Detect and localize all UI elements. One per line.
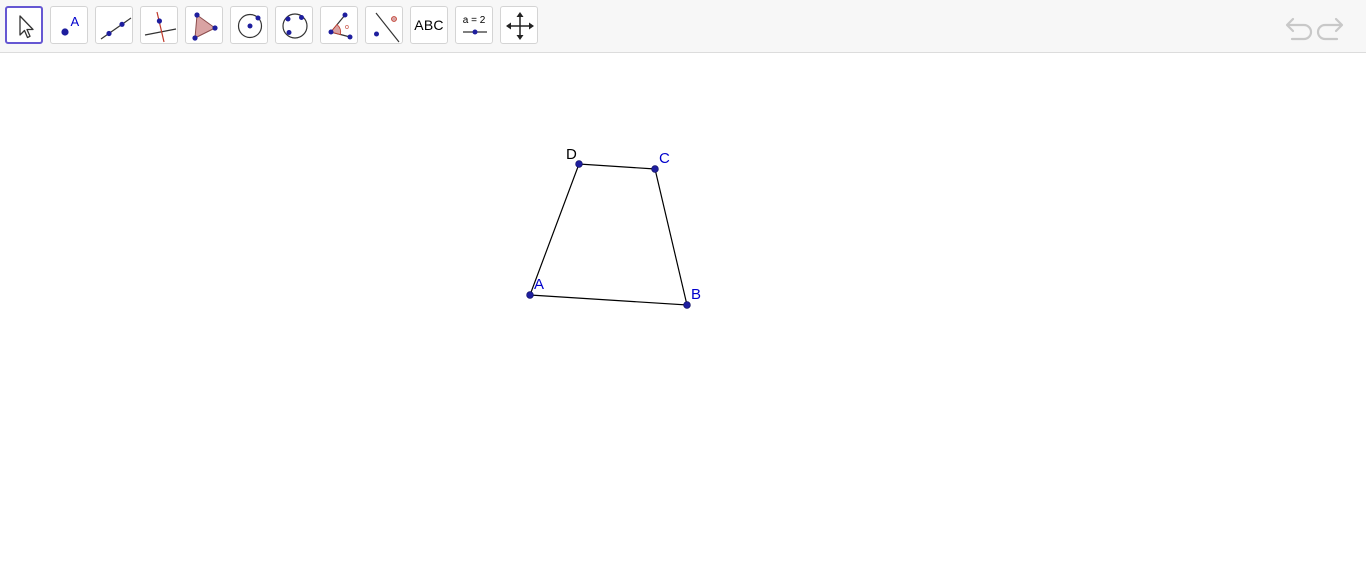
- graphics-canvas[interactable]: A B C D: [0, 53, 1366, 570]
- redo-icon: [1316, 17, 1344, 41]
- text-icon: ABC: [414, 17, 444, 33]
- quadrilateral-abcd[interactable]: [529, 163, 688, 306]
- line-icon: [100, 17, 132, 40]
- polygon-tool-button[interactable]: [185, 6, 223, 44]
- circle-three-points-tool-button[interactable]: [275, 6, 313, 44]
- graphics-view[interactable]: A B C D: [0, 53, 1366, 570]
- point-b-label: B: [691, 286, 701, 303]
- undo-icon: [1285, 17, 1313, 41]
- move-cursor-icon: [19, 15, 34, 39]
- angle-icon: o: [328, 12, 353, 40]
- point-icon-label: A: [71, 14, 80, 29]
- perpendicular-line-tool-button[interactable]: [140, 6, 178, 44]
- slider-tool-button[interactable]: a = 2: [455, 6, 493, 44]
- point-icon: A: [61, 14, 80, 36]
- circle-center-tool-button[interactable]: [230, 6, 268, 44]
- point-c-label: C: [659, 150, 670, 167]
- slider-icon: [463, 29, 487, 35]
- move-tool-button[interactable]: [5, 6, 43, 44]
- point-a-label: A: [534, 276, 544, 293]
- point-tool-button[interactable]: A: [50, 6, 88, 44]
- move-graphics-view-icon: [506, 12, 534, 40]
- reflect-tool-button[interactable]: [365, 6, 403, 44]
- angle-tool-button[interactable]: o: [320, 6, 358, 44]
- text-tool-button[interactable]: ABC: [410, 6, 448, 44]
- svg-text:o: o: [345, 24, 349, 31]
- point-d-label: D: [566, 146, 577, 163]
- perpendicular-line-icon: [144, 11, 177, 43]
- undo-button[interactable]: [1279, 12, 1313, 42]
- point-c[interactable]: [651, 165, 659, 173]
- point-b[interactable]: [683, 301, 691, 309]
- circle-icon: [237, 13, 263, 39]
- point-a[interactable]: [526, 291, 534, 299]
- circle-three-points-icon: [282, 13, 308, 39]
- polygon-icon: [192, 12, 218, 41]
- reflect-icon: [374, 12, 400, 43]
- geogebra-app: A o ABC a = 2 A B C D: [0, 0, 1366, 570]
- toolbar: A o ABC a = 2: [0, 0, 1366, 53]
- redo-button[interactable]: [1316, 12, 1350, 42]
- line-tool-button[interactable]: [95, 6, 133, 44]
- move-graphics-view-tool-button[interactable]: [500, 6, 538, 44]
